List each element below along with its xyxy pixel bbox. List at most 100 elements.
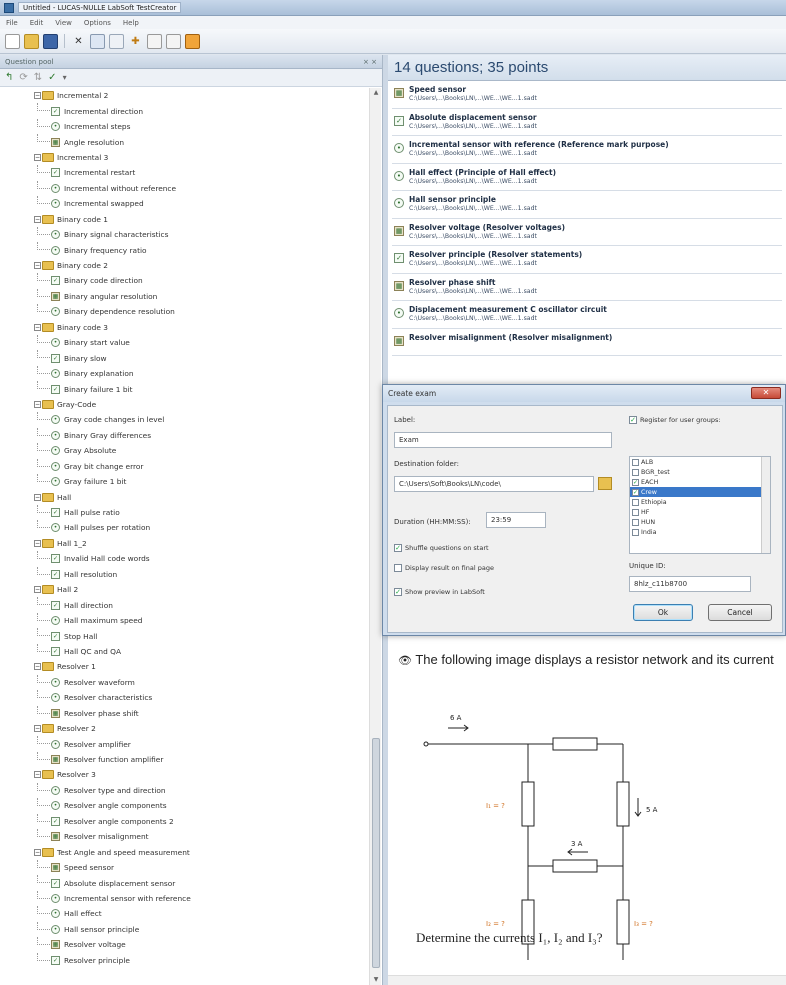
user-group-item[interactable]: ✓ EACH [630, 477, 770, 487]
refresh-icon[interactable]: ⟳ [19, 72, 27, 83]
tree-question[interactable]: ✓ Stop Hall [0, 628, 368, 643]
question-list-item[interactable]: ✓ Resolver principle (Resolver statements… [392, 246, 782, 274]
register-groups-checkbox[interactable]: ✓ Register for user groups: [629, 416, 721, 424]
tree-question[interactable]: ▦ Resolver function amplifier [0, 751, 368, 767]
document-icon[interactable] [147, 33, 162, 49]
tree-folder[interactable]: − Binary code 1 [0, 212, 368, 227]
tree-question[interactable]: • Hall pulses per rotation [0, 520, 368, 535]
collapse-toggle-icon[interactable]: − [34, 848, 41, 856]
preview-scrollbar[interactable] [388, 975, 786, 985]
question-list-item[interactable]: ▦ Resolver misalignment (Resolver misalig… [392, 329, 782, 356]
question-list-item[interactable]: • Hall sensor principle C:\Users\...\Books… [392, 191, 782, 219]
tree-question[interactable]: • Binary frequency ratio [0, 242, 368, 257]
tree-question[interactable]: • Hall maximum speed [0, 612, 368, 628]
collapse-toggle-icon[interactable]: − [34, 262, 41, 270]
tree-folder[interactable]: − Gray-Code [0, 397, 368, 412]
tree-folder[interactable]: − Resolver 3 [0, 767, 368, 782]
group-checkbox[interactable] [632, 458, 639, 466]
shuffle-checkbox[interactable]: ✓ Shuffle questions on start [394, 544, 489, 552]
tree-question[interactable]: • Binary Gray differences [0, 427, 368, 443]
collapse-toggle-icon[interactable]: − [34, 400, 41, 408]
question-list-item[interactable]: ▦ Resolver voltage (Resolver voltages) C:\… [392, 219, 782, 246]
collapse-toggle-icon[interactable]: − [34, 663, 41, 671]
menu-edit[interactable]: Edit [30, 19, 44, 27]
tree-question[interactable]: • Incremental without reference [0, 180, 368, 196]
question-list-item[interactable]: • Hall effect (Principle of Hall effect) C… [392, 164, 782, 191]
tree-question[interactable]: ✓ Resolver angle components 2 [0, 813, 368, 829]
tree-folder[interactable]: − Resolver 2 [0, 721, 368, 736]
checkmark-icon[interactable]: ✓ [48, 72, 56, 83]
tree-scrollbar[interactable]: ▲ ▼ [369, 88, 381, 985]
tree-question[interactable]: ✓ Hall QC and QA [0, 643, 368, 659]
filter-icon[interactable]: ⇅ [34, 72, 42, 83]
register-checkbox-box[interactable]: ✓ [629, 416, 637, 424]
tree-question[interactable]: ✓ Invalid Hall code words [0, 551, 368, 566]
display-result-checkbox-box[interactable] [394, 564, 402, 572]
tree-folder[interactable]: − Hall 1_2 [0, 536, 368, 551]
menu-help[interactable]: Help [123, 19, 139, 27]
tree-question[interactable]: • Incremental swapped [0, 196, 368, 211]
collapse-toggle-icon[interactable]: − [34, 323, 41, 331]
scroll-up-icon[interactable]: ▲ [372, 89, 380, 97]
tree-question[interactable]: ▦ Speed sensor [0, 859, 368, 875]
shuffle-checkbox-box[interactable]: ✓ [394, 544, 402, 552]
tree-question[interactable]: • Hall sensor principle [0, 921, 368, 937]
tree-question[interactable]: ✓ Absolute displacement sensor [0, 875, 368, 890]
add-question-icon[interactable]: ↰ [5, 72, 13, 83]
tree-question[interactable]: • Resolver waveform [0, 674, 368, 690]
copy-icon[interactable] [109, 33, 124, 49]
scroll-down-icon[interactable]: ▼ [372, 976, 380, 984]
tree-folder[interactable]: − Binary code 3 [0, 320, 368, 335]
label-input[interactable]: Exam [394, 432, 612, 448]
unique-id-input[interactable]: 8hlz_c11b8700 [629, 576, 751, 592]
collapse-toggle-icon[interactable]: − [34, 92, 41, 100]
tree-question[interactable]: • Resolver type and direction [0, 782, 368, 798]
tree-question[interactable]: • Resolver characteristics [0, 690, 368, 705]
collapse-toggle-icon[interactable]: − [34, 539, 41, 547]
group-checkbox[interactable]: ✓ [632, 488, 639, 496]
group-checkbox[interactable] [632, 468, 639, 476]
tree-question[interactable]: ▦ Angle resolution [0, 134, 368, 149]
question-list-item[interactable]: ✓ Absolute displacement sensor C:\Users\..… [392, 109, 782, 136]
tree-question[interactable]: ✓ Binary code direction [0, 273, 368, 288]
create-exam-icon[interactable] [185, 33, 200, 49]
question-list-item[interactable]: ▦ Speed sensor C:\Users\...\Books\LN\...\W… [392, 81, 782, 109]
tree-folder[interactable]: − Test Angle and speed measurement [0, 844, 368, 859]
tree-question[interactable]: ✓ Binary slow [0, 350, 368, 365]
scrollbar-thumb[interactable] [372, 738, 380, 968]
open-folder-icon[interactable] [24, 33, 39, 49]
browse-folder-icon[interactable] [598, 477, 612, 490]
tree-question[interactable]: • Gray failure 1 bit [0, 473, 368, 489]
show-preview-checkbox-box[interactable]: ✓ [394, 588, 402, 596]
collapse-toggle-icon[interactable]: − [34, 725, 41, 733]
dropdown-icon[interactable]: ▾ [63, 73, 67, 82]
tree-question[interactable]: • Resolver amplifier [0, 736, 368, 751]
tree-folder[interactable]: − Hall [0, 489, 368, 504]
menu-view[interactable]: View [55, 19, 72, 27]
tree-question[interactable]: ✓ Hall resolution [0, 566, 368, 582]
menu-options[interactable]: Options [84, 19, 111, 27]
tree-folder[interactable]: − Incremental 2 [0, 88, 368, 103]
question-list-item[interactable]: ▦ Resolver phase shift C:\Users\...\Books\… [392, 274, 782, 301]
collapse-toggle-icon[interactable]: − [34, 771, 41, 779]
collapse-toggle-icon[interactable]: − [34, 586, 41, 594]
tree-question[interactable]: • Gray code changes in level [0, 412, 368, 427]
delete-icon[interactable]: ✕ [71, 34, 86, 49]
tree-question[interactable]: ✓ Incremental direction [0, 103, 368, 118]
user-group-item[interactable]: BGR_test [630, 467, 770, 477]
user-group-item[interactable]: HF [630, 507, 770, 517]
user-group-item[interactable]: India [630, 527, 770, 537]
destination-input[interactable]: C:\Users\Soft\Books\LN\code\ [394, 476, 594, 492]
tree-folder[interactable]: − Incremental 3 [0, 150, 368, 165]
collapse-toggle-icon[interactable]: − [34, 493, 41, 501]
groups-scrollbar[interactable] [761, 457, 770, 553]
group-checkbox[interactable] [632, 528, 639, 536]
user-group-item[interactable]: Ethiopia [630, 497, 770, 507]
menu-file[interactable]: File [6, 19, 18, 27]
properties-icon[interactable] [90, 33, 105, 49]
user-group-item[interactable]: ✓ Crew [630, 487, 770, 497]
tree-question[interactable]: ✓ Hall pulse ratio [0, 504, 368, 520]
group-checkbox[interactable] [632, 508, 639, 516]
question-list-item[interactable]: • Incremental sensor with reference (Refe… [392, 136, 782, 164]
tree-question[interactable]: • Incremental sensor with reference [0, 890, 368, 906]
